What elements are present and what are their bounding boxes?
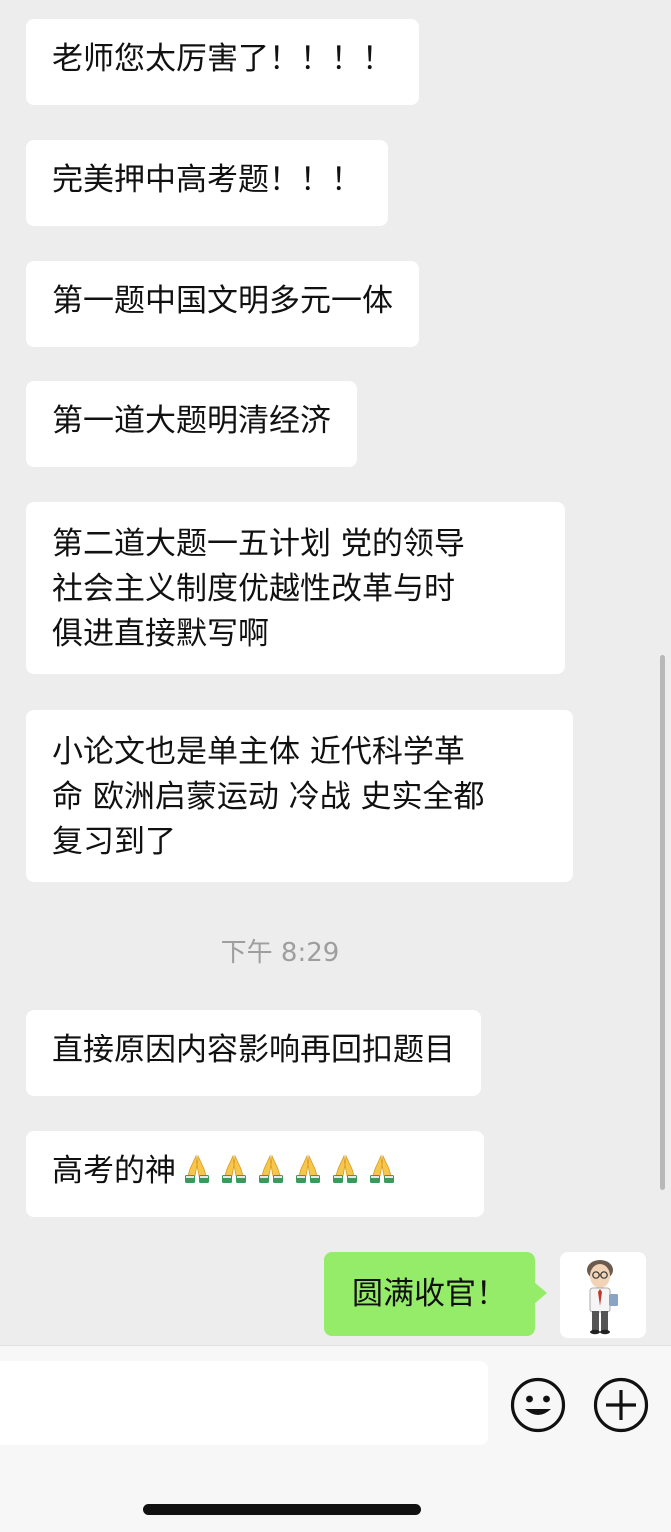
scrollbar[interactable] — [660, 655, 665, 1190]
folded-hands-icon — [333, 1154, 357, 1183]
message-text-line: 复习到了 — [52, 824, 176, 860]
message-text: 老师您太厉害了！！！！ — [52, 41, 393, 77]
folded-hands-icon — [185, 1154, 209, 1183]
message-input[interactable] — [0, 1361, 488, 1445]
message-bubble[interactable]: 第一道大题明清经济 — [26, 381, 357, 467]
home-indicator[interactable] — [143, 1504, 421, 1515]
timestamp: 下午 8:29 — [220, 938, 340, 968]
folded-hands-icon — [259, 1154, 283, 1183]
sent-message-bubble[interactable]: 圆满收官！ — [324, 1252, 547, 1336]
message-text-line: 俱进直接默写啊 — [52, 616, 269, 652]
message-text-line: 社会主义制度优越性改革与时 — [52, 571, 455, 607]
folded-hands-icon — [296, 1154, 320, 1183]
smiley-icon[interactable] — [509, 1376, 567, 1434]
message-text: 完美押中高考题！！！ — [52, 162, 362, 198]
chat-area[interactable]: 老师您太厉害了！！！！ 完美押中高考题！！！ 第一题中国文明多元一体 第一道大题… — [0, 0, 671, 1345]
emoji-group — [176, 1153, 398, 1189]
input-toolbar — [0, 1345, 671, 1532]
message-bubble[interactable]: 老师您太厉害了！！！！ — [26, 19, 419, 105]
message-bubble[interactable]: 完美押中高考题！！！ — [26, 140, 388, 226]
message-text-line: 小论文也是单主体 近代科学革 — [52, 734, 465, 770]
message-bubble[interactable]: 直接原因内容影响再回扣题目 — [26, 1010, 481, 1096]
avatar[interactable] — [560, 1252, 646, 1338]
message-text: 第一题中国文明多元一体 — [52, 283, 393, 319]
sent-message-text: 圆满收官！ — [352, 1276, 507, 1312]
message-bubble[interactable]: 第二道大题一五计划 党的领导 社会主义制度优越性改革与时 俱进直接默写啊 — [26, 502, 565, 674]
message-text-line: 命 欧洲启蒙运动 冷战 史实全都 — [52, 779, 485, 815]
message-text: 高考的神 — [52, 1153, 176, 1189]
message-bubble[interactable]: 高考的神 — [26, 1131, 484, 1217]
message-bubble[interactable]: 第一题中国文明多元一体 — [26, 261, 419, 347]
folded-hands-icon — [370, 1154, 394, 1183]
folded-hands-icon — [222, 1154, 246, 1183]
plus-circle-icon[interactable] — [592, 1376, 650, 1434]
message-text: 直接原因内容影响再回扣题目 — [52, 1032, 455, 1068]
message-bubble[interactable]: 小论文也是单主体 近代科学革 命 欧洲启蒙运动 冷战 史实全都 复习到了 — [26, 710, 573, 882]
message-text: 第一道大题明清经济 — [52, 403, 331, 439]
message-text-line: 第二道大题一五计划 党的领导 — [52, 526, 465, 562]
teacher-avatar-illustration — [560, 1252, 646, 1338]
